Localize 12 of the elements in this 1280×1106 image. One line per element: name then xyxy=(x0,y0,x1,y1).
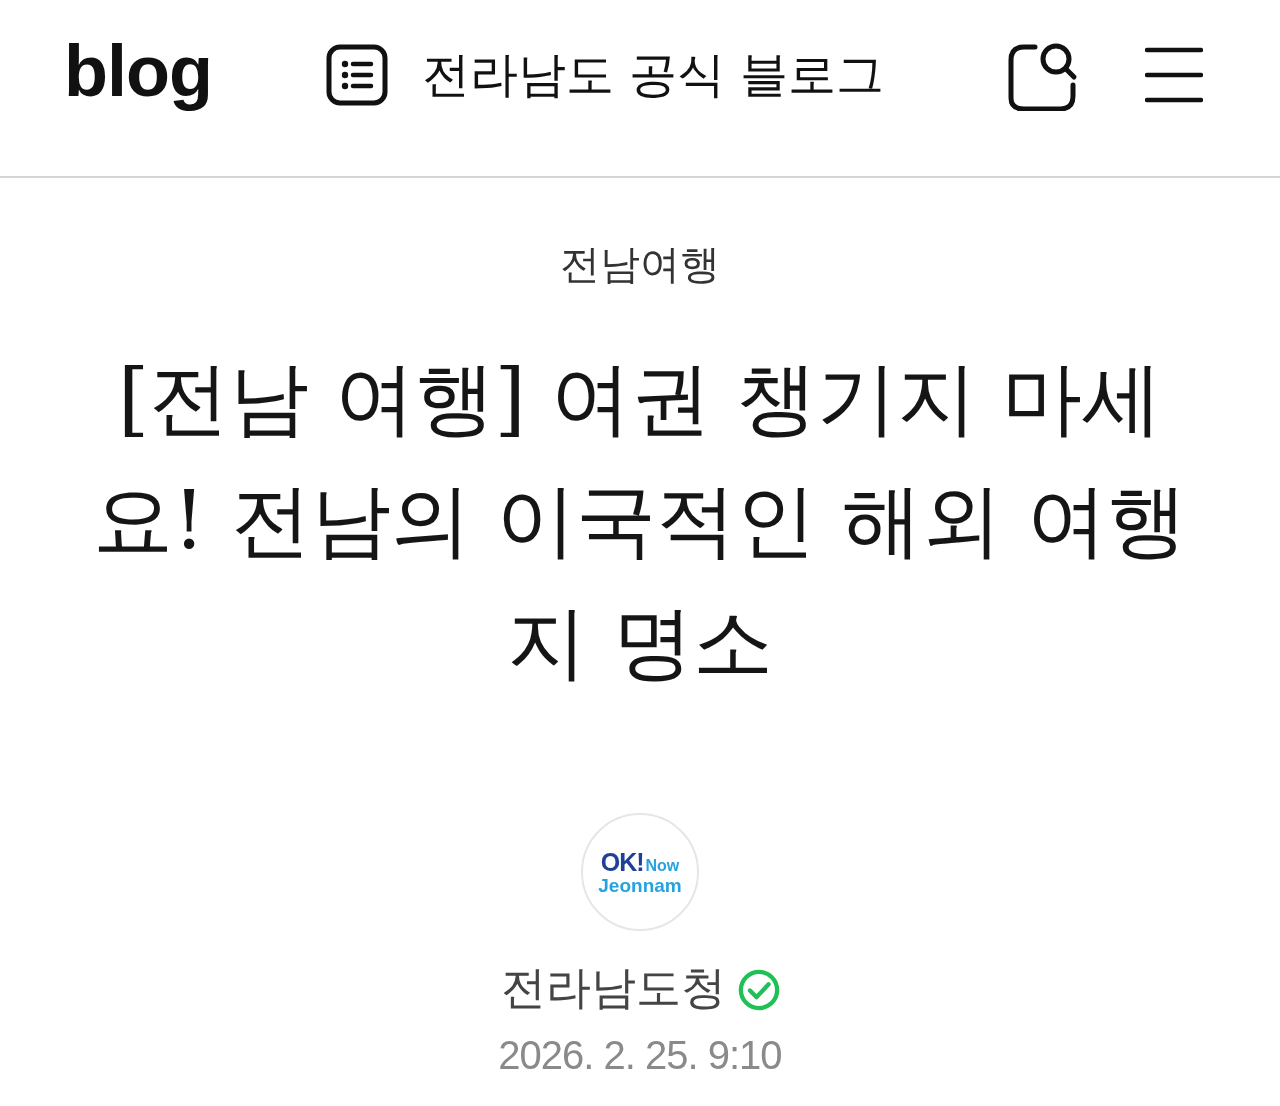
blog-title[interactable]: 전라남도 공식 블로그 xyxy=(421,43,885,107)
logo-text: OK! xyxy=(600,849,644,875)
blog-logo[interactable]: blog xyxy=(64,35,212,115)
profile-avatar[interactable]: OK!Now Jeonnam xyxy=(581,813,699,931)
menu-icon[interactable] xyxy=(1145,46,1203,104)
logo-text: Jeonnam xyxy=(598,875,682,895)
post-date: 2026. 2. 25. 9:10 xyxy=(498,1032,782,1079)
category-link[interactable]: 전남여행 xyxy=(560,240,720,288)
author-name[interactable]: 전라남도청 xyxy=(500,961,726,1015)
list-icon[interactable] xyxy=(325,44,388,106)
post-title: [전남 여행] 여권 챙기지 마세요! 전남의 이국적인 해외 여행지 명소 xyxy=(92,351,1188,691)
logo-text: Now xyxy=(645,857,680,874)
